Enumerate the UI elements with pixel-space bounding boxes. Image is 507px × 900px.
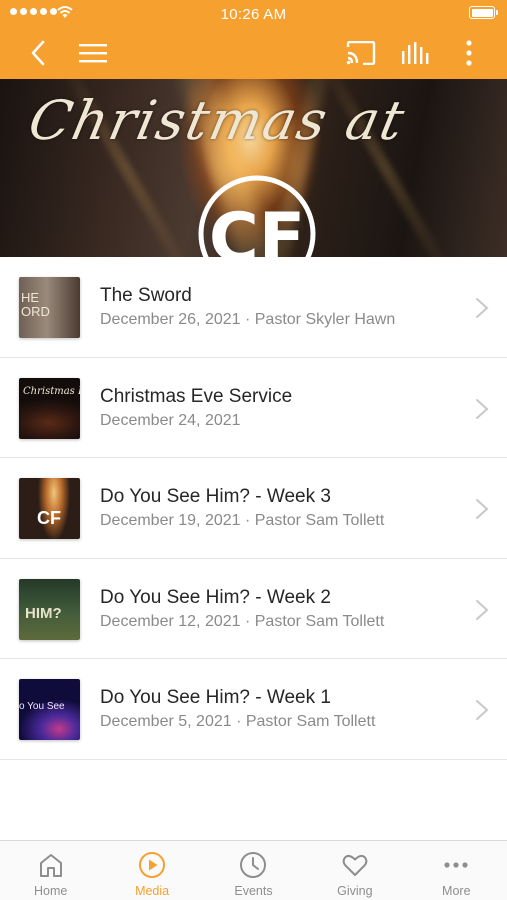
sermon-thumbnail: HIM?: [19, 578, 80, 640]
list-item[interactable]: Christmas E Christmas Eve Service Decemb…: [0, 357, 507, 458]
cast-button[interactable]: [339, 26, 383, 79]
vertical-dots-icon: [466, 39, 472, 66]
tab-media[interactable]: Media: [101, 841, 202, 900]
tab-more-label: More: [442, 884, 471, 898]
sermon-subtitle: December 24, 2021: [100, 411, 241, 429]
sermon-subtitle: December 19, 2021 · Pastor Sam Tollett: [100, 512, 385, 529]
tab-giving[interactable]: Giving: [304, 841, 405, 900]
sermon-thumbnail: CF: [19, 478, 80, 539]
sermon-list: HE ORD The Sword December 26, 2021 · Pas…: [0, 257, 507, 760]
church-logo-icon: CF: [198, 175, 316, 257]
status-time: 10:26 AM: [220, 6, 287, 23]
audio-bars-icon: [402, 41, 429, 64]
sermon-title: The Sword: [100, 285, 192, 306]
play-circle-icon: [139, 852, 166, 878]
sermon-subtitle: December 5, 2021 · Pastor Sam Tollett: [100, 713, 376, 730]
cast-icon: [346, 40, 376, 65]
hamburger-menu-icon: [79, 43, 107, 62]
sermon-thumbnail: Christmas E: [19, 377, 80, 439]
sermon-subtitle: December 26, 2021 · Pastor Skyler Hawn: [100, 311, 396, 328]
tab-bar: Home Media Events Giving More: [0, 840, 507, 900]
status-bar: 10:26 AM: [0, 0, 507, 26]
list-item[interactable]: HIM? Do You See Him? - Week 2 December 1…: [0, 558, 507, 659]
chevron-right-icon: [476, 599, 489, 620]
menu-button[interactable]: [71, 26, 115, 79]
tab-more[interactable]: More: [406, 841, 507, 900]
more-dots-icon: [444, 862, 468, 868]
hero-title: Christmas at: [23, 89, 412, 152]
sermon-title: Do You See Him? - Week 1: [100, 687, 331, 708]
tab-home-label: Home: [34, 884, 68, 898]
nav-bar: [0, 26, 507, 79]
list-item[interactable]: o You See Do You See Him? - Week 1 Decem…: [0, 659, 507, 760]
sermon-title: Christmas Eve Service: [100, 385, 293, 407]
tab-events[interactable]: Events: [203, 841, 304, 900]
sermon-thumbnail: o You See: [19, 679, 80, 740]
tab-giving-label: Giving: [337, 884, 373, 898]
heart-icon: [342, 854, 368, 876]
list-item[interactable]: CF Do You See Him? - Week 3 December 19,…: [0, 458, 507, 559]
list-item[interactable]: HE ORD The Sword December 26, 2021 · Pas…: [0, 257, 507, 358]
chevron-right-icon: [476, 398, 489, 419]
hero-logo-text: CF: [209, 199, 305, 257]
battery-icon: [469, 6, 498, 19]
back-button[interactable]: [16, 26, 60, 79]
tab-media-label: Media: [135, 884, 170, 898]
chevron-right-icon: [476, 298, 489, 318]
audio-levels-button[interactable]: [393, 26, 437, 79]
clock-icon: [240, 852, 267, 878]
chevron-left-icon: [31, 40, 45, 65]
tab-events-label: Events: [234, 884, 273, 898]
tab-home[interactable]: Home: [0, 841, 101, 900]
sermon-subtitle: December 12, 2021 · Pastor Sam Tollett: [100, 612, 385, 630]
chevron-right-icon: [476, 499, 489, 519]
sermon-title: Do You See Him? - Week 3: [100, 486, 331, 507]
hero-banner: Christmas at CF: [0, 79, 507, 257]
home-icon: [39, 854, 62, 877]
chevron-right-icon: [476, 700, 489, 720]
sermon-thumbnail: HE ORD: [19, 277, 80, 338]
more-options-button[interactable]: [447, 26, 491, 79]
sermon-title: Do You See Him? - Week 2: [100, 586, 331, 608]
